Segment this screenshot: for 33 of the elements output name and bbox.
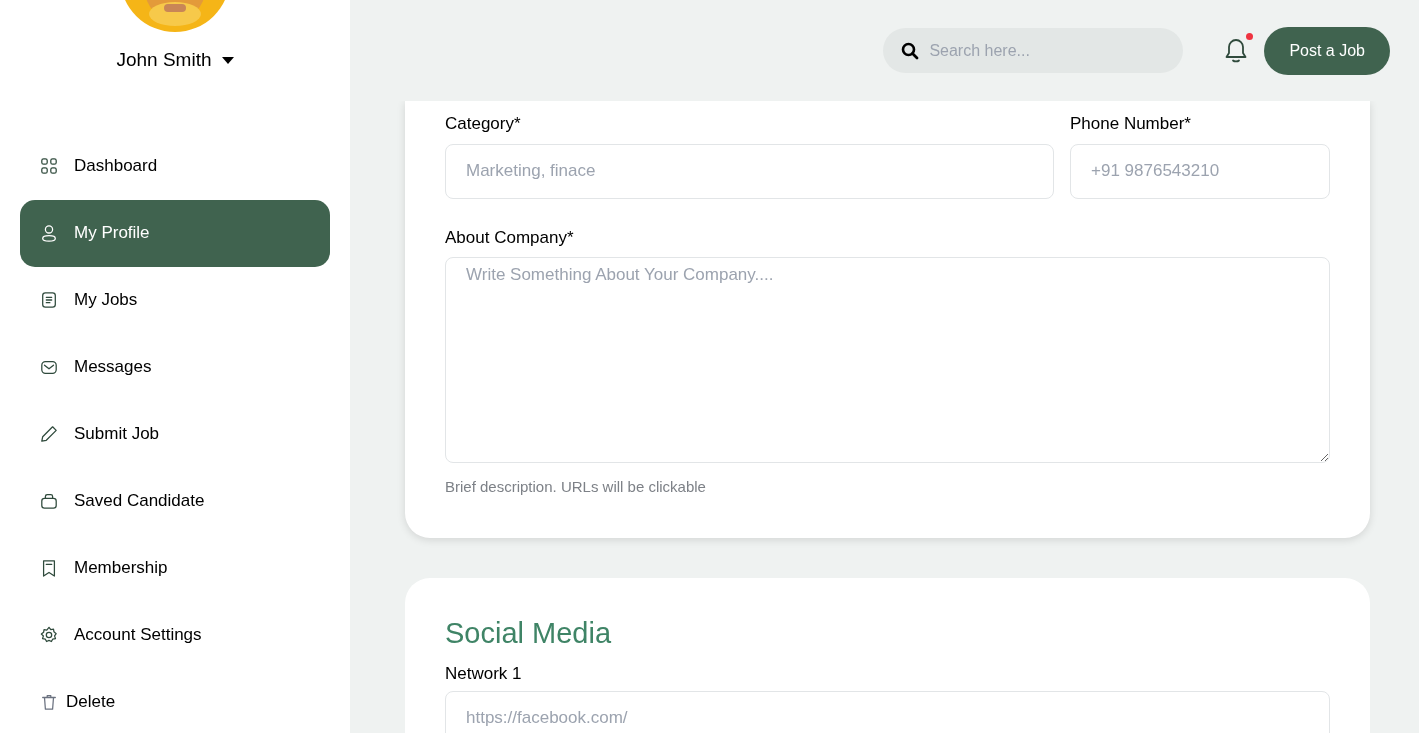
bell-icon (1225, 37, 1248, 64)
search-icon (901, 42, 920, 60)
sidebar-item[interactable]: Account Settings (20, 601, 330, 669)
sidebar-item[interactable]: Membership (20, 534, 330, 602)
sidebar-item[interactable]: Dashboard (20, 132, 330, 200)
sidebar-item[interactable]: Saved Candidate (20, 467, 330, 535)
text-area[interactable]: Write Something About Your Company.... (445, 257, 1330, 463)
grid-icon (40, 156, 58, 176)
field-label: Phone Number* (1070, 113, 1192, 135)
bag-icon (40, 491, 58, 511)
search-field[interactable]: Search here... (883, 28, 1184, 73)
pencil-icon (40, 424, 58, 444)
document-icon (40, 290, 58, 310)
settings-icon (40, 625, 58, 645)
help-text: Brief description. URLs will be clickable (445, 477, 707, 497)
sidebar-item[interactable]: Submit Job (20, 400, 330, 468)
sidebar-item[interactable]: Messages (20, 333, 330, 401)
caret-icon (221, 56, 234, 64)
field-label: About Company* (445, 226, 575, 249)
input-field[interactable]: Marketing, finace (445, 143, 1054, 199)
bookmark-icon (40, 558, 58, 578)
field-label: Network 1 (445, 663, 523, 685)
trash-icon (40, 692, 58, 712)
field-label: Category* (445, 113, 522, 135)
user-menu[interactable]: John Smith (116, 46, 234, 75)
post-job-button[interactable]: Post a Job (1264, 26, 1390, 75)
input-field[interactable]: +91 9876543210 (1070, 143, 1330, 199)
sidebar-item[interactable]: My Profile (20, 199, 330, 267)
sidebar-item[interactable]: Delete (20, 668, 330, 733)
sidebar-item[interactable]: My Jobs (20, 266, 330, 334)
section-title: Social Media (445, 615, 613, 651)
user-icon (40, 223, 58, 243)
input-field[interactable]: https://facebook.com/ (445, 690, 1330, 733)
